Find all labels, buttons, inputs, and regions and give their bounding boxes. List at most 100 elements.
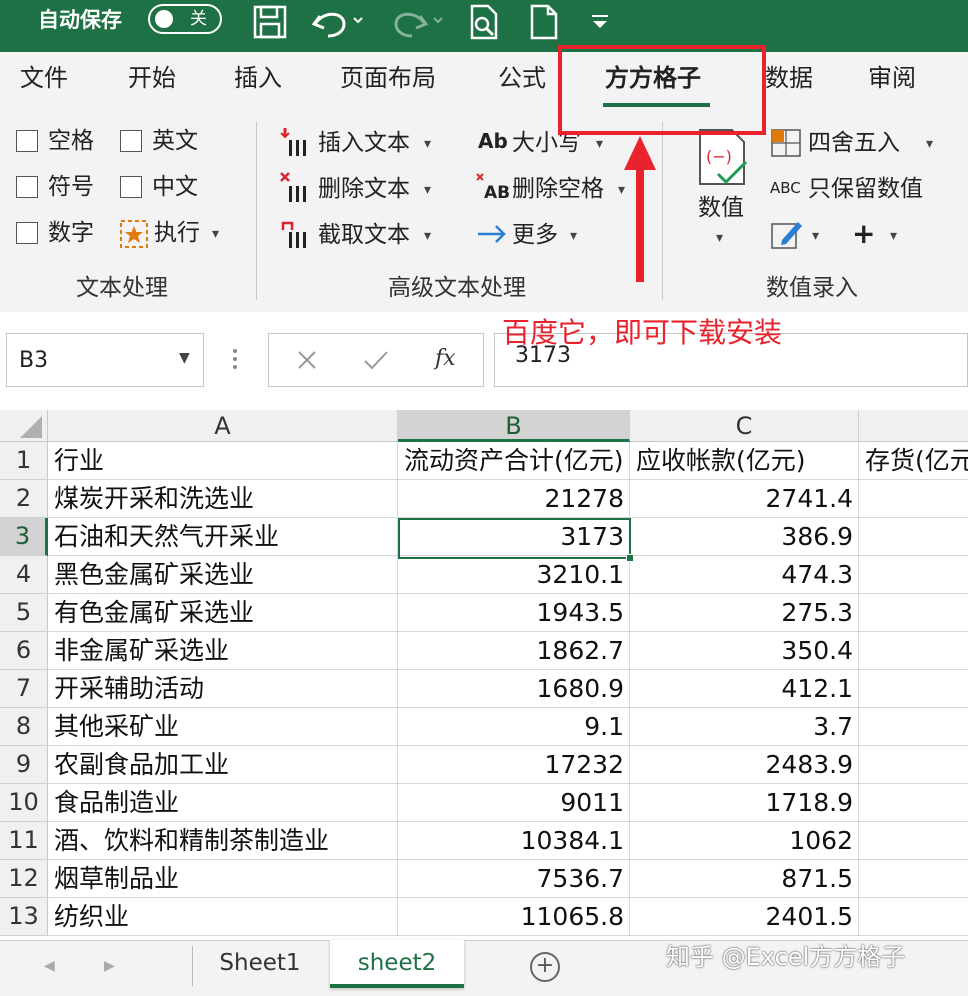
edit-icon[interactable]	[770, 218, 804, 250]
cell-d[interactable]	[859, 784, 968, 822]
delete-text-icon[interactable]	[280, 172, 310, 204]
cell-d[interactable]	[859, 594, 968, 632]
cell-a[interactable]: 石油和天然气开采业	[48, 518, 398, 556]
cell-b[interactable]: 9.1	[398, 708, 630, 746]
cell-a[interactable]: 有色金属矿采选业	[48, 594, 398, 632]
cell-a[interactable]: 非金属矿采选业	[48, 632, 398, 670]
row-header[interactable]: 2	[0, 480, 48, 518]
cell-c[interactable]: 350.4	[630, 632, 859, 670]
row-header[interactable]: 11	[0, 822, 48, 860]
tab-home[interactable]: 开始	[128, 62, 176, 94]
scroll-left-icon[interactable]: ◀	[44, 958, 55, 974]
cell-b[interactable]: 7536.7	[398, 860, 630, 898]
cell-a[interactable]: 酒、饮料和精制茶制造业	[48, 822, 398, 860]
print-preview-icon[interactable]	[466, 2, 502, 42]
row-header[interactable]: 3	[0, 518, 48, 556]
cell-d[interactable]	[859, 480, 968, 518]
cell-a[interactable]: 开采辅助活动	[48, 670, 398, 708]
cell-d[interactable]: 存货(亿元)	[859, 442, 968, 480]
cell-c[interactable]: 275.3	[630, 594, 859, 632]
cell-b[interactable]: 3210.1	[398, 556, 630, 594]
cell-c[interactable]: 1062	[630, 822, 859, 860]
tab-formulas[interactable]: 公式	[498, 62, 546, 94]
delete-space-button[interactable]: 删除空格	[512, 175, 604, 203]
cell-a[interactable]: 黑色金属矿采选业	[48, 556, 398, 594]
cell-c[interactable]: 412.1	[630, 670, 859, 708]
cell-d[interactable]	[859, 708, 968, 746]
cell-a[interactable]: 煤炭开采和洗选业	[48, 480, 398, 518]
value-button[interactable]: 数值	[698, 194, 744, 222]
cell-c[interactable]: 474.3	[630, 556, 859, 594]
row-header[interactable]: 10	[0, 784, 48, 822]
cell-b[interactable]: 11065.8	[398, 898, 630, 936]
new-file-icon[interactable]	[526, 2, 562, 42]
delete-text-button[interactable]: 删除文本	[318, 175, 410, 203]
extract-text-button[interactable]: 截取文本	[318, 221, 410, 249]
add-sheet-button[interactable]: +	[530, 952, 560, 982]
cell-b[interactable]: 1943.5	[398, 594, 630, 632]
extract-text-icon[interactable]	[280, 218, 310, 250]
cell-d[interactable]	[859, 632, 968, 670]
column-header-d[interactable]	[859, 410, 968, 442]
cell-a[interactable]: 农副食品加工业	[48, 746, 398, 784]
insert-text-icon[interactable]	[280, 126, 310, 158]
cell-b[interactable]: 10384.1	[398, 822, 630, 860]
sheet-tab-sheet1[interactable]: Sheet1	[200, 940, 320, 988]
execute-icon[interactable]	[118, 218, 150, 250]
autosave-toggle[interactable]: 关	[148, 4, 222, 34]
cell-d[interactable]	[859, 898, 968, 936]
cell-b[interactable]: 流动资产合计(亿元)	[398, 442, 630, 480]
cell-c[interactable]: 2401.5	[630, 898, 859, 936]
row-header[interactable]: 12	[0, 860, 48, 898]
checkbox-number[interactable]	[16, 222, 38, 244]
checkbox-chinese[interactable]	[120, 176, 142, 198]
save-icon[interactable]	[252, 2, 288, 42]
tab-file[interactable]: 文件	[20, 62, 68, 94]
row-header[interactable]: 1	[0, 442, 48, 480]
cell-d[interactable]	[859, 746, 968, 784]
row-header[interactable]: 8	[0, 708, 48, 746]
value-icon[interactable]: (−)	[694, 126, 752, 190]
more-button[interactable]: 更多	[512, 221, 558, 249]
row-header[interactable]: 5	[0, 594, 48, 632]
drag-handle-icon[interactable]	[232, 346, 238, 372]
cell-a[interactable]: 烟草制品业	[48, 860, 398, 898]
tab-insert[interactable]: 插入	[234, 62, 282, 94]
name-box[interactable]: B3 ▼	[6, 333, 204, 387]
cell-b[interactable]: 9011	[398, 784, 630, 822]
cell-c[interactable]: 1718.9	[630, 784, 859, 822]
row-header[interactable]: 6	[0, 632, 48, 670]
cell-d[interactable]	[859, 670, 968, 708]
checkbox-symbol[interactable]	[16, 176, 38, 198]
column-header-a[interactable]: A	[48, 410, 398, 442]
tab-page-layout[interactable]: 页面布局	[340, 62, 436, 94]
cell-c[interactable]: 871.5	[630, 860, 859, 898]
confirm-icon[interactable]	[361, 346, 391, 374]
cell-a[interactable]: 行业	[48, 442, 398, 480]
abc-icon[interactable]: ABC	[770, 178, 801, 198]
cell-b[interactable]: 1862.7	[398, 632, 630, 670]
cell-a[interactable]: 食品制造业	[48, 784, 398, 822]
cell-d[interactable]	[859, 518, 968, 556]
execute-button[interactable]: 执行	[154, 219, 200, 247]
keep-value-button[interactable]: 只保留数值	[808, 175, 923, 203]
cell-d[interactable]	[859, 556, 968, 594]
redo-icon[interactable]	[390, 2, 446, 42]
row-header[interactable]: 7	[0, 670, 48, 708]
cell-b[interactable]: 1680.9	[398, 670, 630, 708]
cell-c[interactable]: 应收帐款(亿元)	[630, 442, 859, 480]
row-header[interactable]: 13	[0, 898, 48, 936]
column-header-b[interactable]: B	[398, 410, 630, 442]
checkbox-space[interactable]	[16, 130, 38, 152]
cell-c[interactable]: 2741.4	[630, 480, 859, 518]
case-icon[interactable]: Ab	[478, 127, 508, 155]
cell-b[interactable]: 17232	[398, 746, 630, 784]
insert-text-button[interactable]: 插入文本	[318, 129, 410, 157]
cell-b[interactable]: 21278	[398, 480, 630, 518]
undo-icon[interactable]	[310, 2, 366, 42]
checkbox-english[interactable]	[120, 130, 142, 152]
cell-c[interactable]: 2483.9	[630, 746, 859, 784]
insert-function-icon[interactable]: fx	[435, 344, 456, 374]
tab-review[interactable]: 审阅	[868, 62, 916, 94]
round-button[interactable]: 四舍五入	[808, 129, 900, 157]
